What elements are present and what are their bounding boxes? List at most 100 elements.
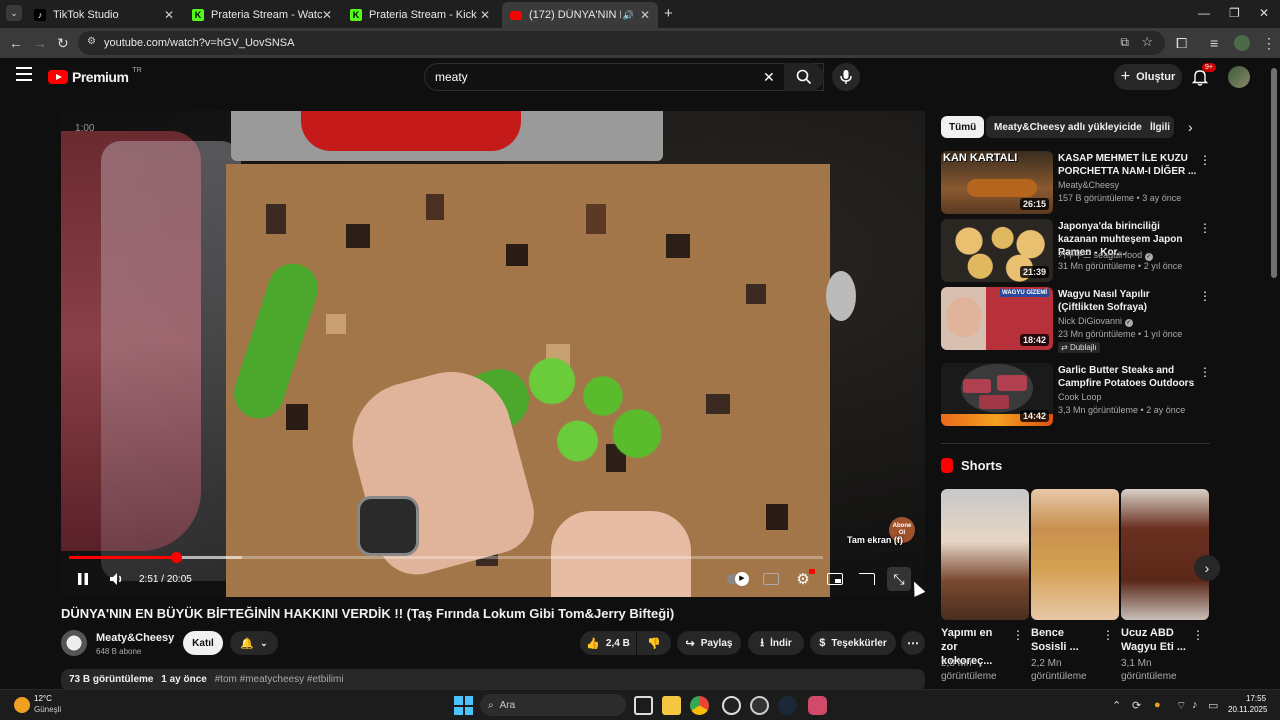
- subtitles-button[interactable]: [759, 567, 783, 591]
- short-thumbnail[interactable]: [1031, 489, 1119, 620]
- pause-button[interactable]: [71, 567, 95, 591]
- clock-time[interactable]: 17:55: [1246, 694, 1266, 703]
- channel-name[interactable]: Meaty&Cheesy: [96, 632, 174, 644]
- like-button[interactable]: 👍 2,4 B: [580, 631, 636, 655]
- description-box[interactable]: 73 B görüntüleme 1 ay önce #tom #meatych…: [61, 669, 925, 691]
- close-tab-icon[interactable]: ✕: [640, 8, 650, 22]
- more-options-icon[interactable]: ⋮: [1199, 289, 1211, 303]
- recommendation-item[interactable]: 21:39 Japonya'da birinciliği kazanan muh…: [941, 219, 1211, 283]
- close-window-icon[interactable]: ✕: [1259, 6, 1269, 20]
- cast-button[interactable]: [855, 567, 879, 591]
- video-title[interactable]: Wagyu Nasıl Yapılır (Çiftlikten Sofraya): [1058, 288, 1198, 314]
- video-player[interactable]: 1:00 Abone Ol Tam ekran (f) 2:51 / 20:05…: [61, 111, 925, 597]
- network-icon[interactable]: ⌔: [1176, 699, 1186, 713]
- more-options-icon[interactable]: ⋮: [1199, 221, 1211, 235]
- forward-icon[interactable]: →: [33, 35, 47, 51]
- video-title[interactable]: Garlic Butter Steaks and Campfire Potato…: [1058, 364, 1198, 390]
- chips-next-icon[interactable]: ›: [1188, 119, 1193, 135]
- short-title[interactable]: Ucuz ABD Wagyu Eti ...: [1121, 626, 1191, 654]
- page-scrollbar[interactable]: [1271, 68, 1277, 278]
- more-options-icon[interactable]: ⋮: [1199, 153, 1211, 167]
- new-tab-button[interactable]: +: [664, 5, 673, 22]
- recommendation-item[interactable]: WAGYU GİZEMİ 18:42 Wagyu Nasıl Yapılır (…: [941, 287, 1211, 353]
- site-info-icon[interactable]: ⚙: [87, 36, 96, 47]
- channel-avatar[interactable]: [61, 630, 87, 656]
- app-icon[interactable]: [750, 696, 769, 715]
- recording-app-icon[interactable]: [808, 696, 827, 715]
- dislike-button[interactable]: 👎: [637, 631, 671, 655]
- close-tab-icon[interactable]: ✕: [480, 8, 490, 22]
- create-button[interactable]: + Oluştur: [1114, 64, 1182, 90]
- progress-bar[interactable]: [69, 552, 823, 563]
- speaker-icon[interactable]: 🔊: [623, 10, 634, 21]
- download-button[interactable]: ⭳ İndir: [748, 631, 804, 655]
- short-title[interactable]: Bence Sosisli ...: [1031, 626, 1101, 654]
- task-view-icon[interactable]: [634, 696, 653, 715]
- recommendation-item[interactable]: 14:42 Garlic Butter Steaks and Campfire …: [941, 363, 1211, 427]
- battery-icon[interactable]: ▭: [1208, 699, 1218, 712]
- join-button[interactable]: Katıl: [183, 631, 223, 655]
- weather-temp[interactable]: 12°C: [34, 694, 52, 703]
- speaker-tray-icon[interactable]: ♪: [1192, 699, 1198, 711]
- channel-name[interactable]: Nick DiGiovanni ✓: [1058, 316, 1133, 327]
- chip-related[interactable]: İlgili: [1142, 116, 1174, 138]
- browser-tab-youtube[interactable]: (172) DÜNYA'NIN EN BÜYÜ 🔊 ✕: [502, 2, 658, 28]
- browser-tab-kick-watch[interactable]: K Prateria Stream - Watch Live on ✕: [184, 2, 340, 28]
- search-button[interactable]: [784, 63, 824, 91]
- voice-search-button[interactable]: [832, 63, 860, 91]
- scrubber-handle[interactable]: [171, 552, 183, 563]
- chrome-icon[interactable]: [690, 696, 709, 715]
- video-thumbnail[interactable]: WAGYU GİZEMİ 18:42: [941, 287, 1053, 350]
- tray-overflow-icon[interactable]: ⌃: [1112, 699, 1121, 712]
- more-options-icon[interactable]: ⋮: [1192, 628, 1204, 642]
- short-thumbnail[interactable]: [1121, 489, 1209, 620]
- weather-desc[interactable]: Güneşli: [34, 705, 61, 714]
- taskbar-search-input[interactable]: ⌕ Ara: [480, 694, 626, 716]
- autoplay-toggle[interactable]: ▶: [725, 567, 751, 591]
- close-tab-icon[interactable]: ✕: [164, 8, 174, 22]
- media-control-icon[interactable]: ≡: [1210, 35, 1218, 51]
- channel-name[interactable]: 거루푸드 seagull food ✓: [1058, 248, 1153, 261]
- thanks-button[interactable]: $ Teşekkürler: [810, 631, 896, 655]
- obs-icon[interactable]: [722, 696, 741, 715]
- microphone-tray-icon[interactable]: ●: [1154, 699, 1161, 711]
- fullscreen-button[interactable]: ⤡: [887, 567, 911, 591]
- tab-search-button[interactable]: ⌄: [6, 5, 22, 21]
- more-actions-button[interactable]: ⋯: [901, 631, 925, 655]
- subscribed-notifications-button[interactable]: 🔔 ⌄: [230, 631, 278, 655]
- more-options-icon[interactable]: ⋮: [1102, 628, 1114, 642]
- miniplayer-button[interactable]: [823, 567, 847, 591]
- close-tab-icon[interactable]: ✕: [322, 8, 332, 22]
- minimize-icon[interactable]: —: [1198, 6, 1210, 20]
- notifications-button[interactable]: 9+: [1191, 63, 1216, 91]
- clear-search-icon[interactable]: ✕: [763, 69, 775, 86]
- more-options-icon[interactable]: ⋮: [1012, 628, 1024, 642]
- restore-icon[interactable]: ❐: [1229, 6, 1240, 20]
- steam-icon[interactable]: [778, 696, 797, 715]
- more-options-icon[interactable]: ⋮: [1199, 365, 1211, 379]
- browser-tab-kick-dashboard[interactable]: K Prateria Stream - Kick Dashboa ✕: [342, 2, 498, 28]
- chip-uploader[interactable]: Meaty&Cheesy adlı yükleyiciden: [986, 116, 1156, 138]
- channel-name[interactable]: Meaty&Cheesy: [1058, 180, 1119, 190]
- account-avatar[interactable]: [1228, 66, 1250, 88]
- bookmark-star-icon[interactable]: ☆: [1141, 34, 1153, 50]
- extensions-icon[interactable]: ⧠: [1176, 35, 1187, 52]
- hamburger-menu-icon[interactable]: [16, 67, 32, 81]
- volume-button[interactable]: [105, 567, 129, 591]
- youtube-logo[interactable]: Premium TR: [48, 67, 142, 85]
- share-button[interactable]: ↪ Paylaş: [677, 631, 741, 655]
- hashtags[interactable]: #tom #meatycheesy #etbilimi: [215, 674, 344, 685]
- recommendation-item[interactable]: KAN KARTALI 26:15 KASAP MEHMET İLE KUZU …: [941, 151, 1211, 215]
- short-thumbnail[interactable]: [941, 489, 1029, 620]
- file-explorer-icon[interactable]: [662, 696, 681, 715]
- sync-icon[interactable]: ⟳: [1132, 699, 1141, 712]
- video-title[interactable]: KASAP MEHMET İLE KUZU PORCHETTA NAM-I Dİ…: [1058, 152, 1198, 178]
- windows-start-icon[interactable]: [454, 696, 473, 715]
- chip-all[interactable]: Tümü: [941, 116, 985, 138]
- clock-date[interactable]: 20.11.2025: [1228, 705, 1267, 714]
- video-thumbnail[interactable]: KAN KARTALI 26:15: [941, 151, 1053, 214]
- url-field[interactable]: ⚙ youtube.com/watch?v=hGV_UovSNSA ⧉ ☆: [78, 31, 1165, 55]
- channel-name[interactable]: Cook Loop: [1058, 392, 1102, 402]
- browser-tab-tiktok[interactable]: ♪ TikTok Studio ✕: [26, 2, 182, 28]
- video-thumbnail[interactable]: 14:42: [941, 363, 1053, 426]
